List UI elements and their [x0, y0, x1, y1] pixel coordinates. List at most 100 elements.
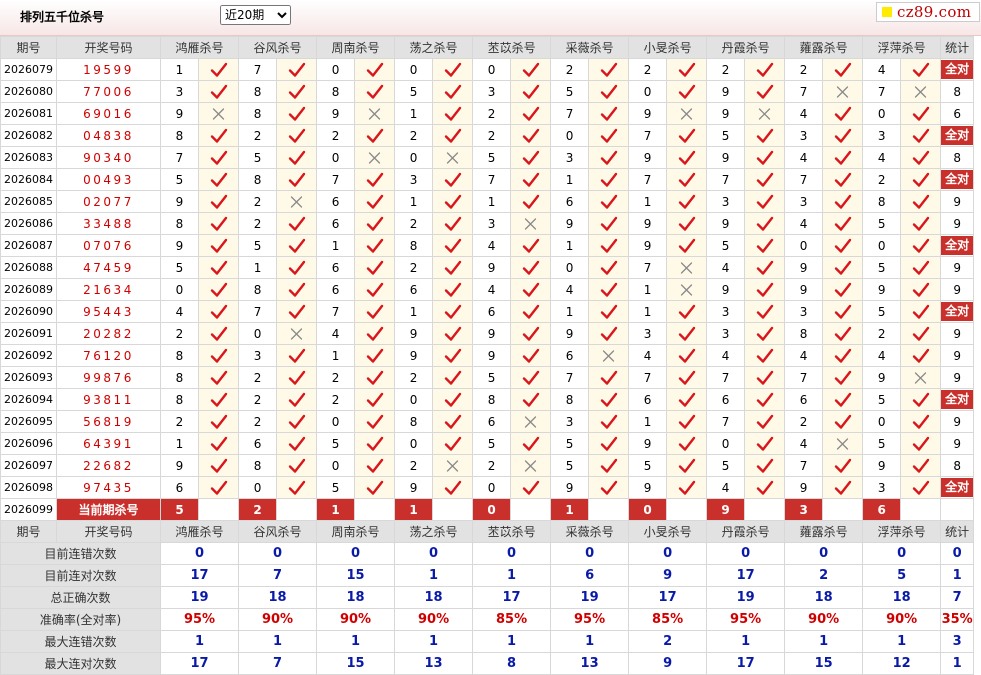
result-mark-cell: [666, 278, 708, 301]
header-expert-4: 苤苡杀号: [472, 36, 552, 59]
result-mark-cell: [354, 432, 396, 455]
result-mark-cell: [900, 212, 942, 235]
result-mark-cell: [432, 322, 474, 345]
kill-number-cell: 0: [394, 58, 434, 81]
result-mark-cell: [354, 366, 396, 389]
summary-value: 18: [238, 586, 318, 609]
result-mark-cell: [197, 300, 240, 323]
check-icon: [834, 304, 851, 319]
result-mark-cell: [744, 124, 786, 147]
result-mark-cell: [900, 146, 942, 169]
summary-value: 2: [784, 564, 864, 587]
summary-value: 1: [394, 564, 474, 587]
result-mark-cell: [822, 212, 864, 235]
kill-number-cell: 4: [316, 322, 356, 345]
result-mark-cell: [822, 476, 864, 499]
current-issue-cell: 2026099: [0, 498, 57, 521]
result-mark-cell: [197, 168, 240, 191]
result-mark-cell: [197, 454, 240, 477]
result-mark-cell: [666, 146, 708, 169]
header-expert-8: 蕹露杀号: [784, 520, 864, 543]
check-icon: [678, 172, 695, 187]
all-correct-badge: 全对: [941, 390, 973, 409]
issue-cell: 2026097: [0, 454, 57, 477]
result-mark-cell: [822, 124, 864, 147]
check-icon: [522, 172, 539, 187]
site-logo[interactable]: cz89.com: [876, 2, 980, 22]
summary-value: 18: [784, 586, 864, 609]
kill-number-cell: 0: [316, 410, 356, 433]
summary-stat: 3: [940, 630, 975, 653]
check-icon: [756, 282, 773, 297]
result-mark-cell: [822, 146, 864, 169]
check-icon: [912, 414, 929, 429]
check-icon: [522, 304, 539, 319]
check-icon: [678, 304, 695, 319]
result-mark-cell: [588, 256, 630, 279]
header-expert-9: 浮萍杀号: [862, 36, 942, 59]
winning-number-cell: 20282: [56, 322, 161, 345]
check-icon: [210, 348, 227, 363]
result-mark-cell: [276, 366, 318, 389]
current-kill-spacer: [666, 498, 708, 521]
kill-number-cell: 8: [472, 388, 512, 411]
period-select[interactable]: 近20期: [220, 5, 291, 25]
summary-value: 0: [159, 542, 240, 565]
result-mark-cell: [354, 234, 396, 257]
result-mark-cell: [510, 124, 552, 147]
table-row: 2026087 07076 9 5 1 8 4 1 9 5 0 0 全对: [0, 234, 975, 257]
result-mark-cell: [822, 278, 864, 301]
winning-number-cell: 93811: [56, 388, 161, 411]
check-icon: [366, 370, 383, 385]
check-icon: [522, 392, 539, 407]
result-mark-cell: [354, 124, 396, 147]
kill-number-cell: 5: [862, 388, 902, 411]
check-icon: [288, 84, 305, 99]
result-mark-cell: [744, 344, 786, 367]
result-mark-cell: [822, 102, 864, 125]
summary-label: 总正确次数: [0, 586, 161, 609]
check-icon: [366, 304, 383, 319]
result-mark-cell: [432, 80, 474, 103]
result-mark-cell: [276, 322, 318, 345]
kill-number-cell: 9: [550, 476, 590, 499]
kill-number-cell: 3: [784, 190, 824, 213]
check-icon: [912, 260, 929, 275]
summary-stat: 1: [940, 652, 975, 675]
result-mark-cell: [432, 168, 474, 191]
summary-value: 0: [628, 542, 708, 565]
kill-number-cell: 5: [862, 212, 902, 235]
kill-number-cell: 6: [472, 300, 512, 323]
check-icon: [522, 150, 539, 165]
check-icon: [210, 304, 227, 319]
kill-number-cell: 1: [316, 344, 356, 367]
kill-number-cell: 4: [784, 212, 824, 235]
check-icon: [912, 282, 929, 297]
kill-number-cell: 4: [784, 146, 824, 169]
kill-number-cell: 3: [160, 80, 199, 103]
kill-number-cell: 0: [550, 256, 590, 279]
winning-number-cell: 97435: [56, 476, 161, 499]
kill-number-cell: 2: [160, 410, 199, 433]
result-mark-cell: [666, 124, 708, 147]
summary-value: 0: [862, 542, 942, 565]
summary-value: 17: [159, 564, 240, 587]
kill-number-cell: 0: [862, 410, 902, 433]
winning-number-cell: 99876: [56, 366, 161, 389]
kill-number-cell: 5: [472, 146, 512, 169]
result-mark-cell: [900, 432, 942, 455]
summary-value: 18: [394, 586, 474, 609]
kill-number-cell: 1: [238, 256, 278, 279]
result-mark-cell: [276, 256, 318, 279]
check-icon: [288, 392, 305, 407]
check-icon: [366, 348, 383, 363]
stat-cell: 全对: [940, 168, 975, 191]
check-icon: [600, 304, 617, 319]
result-mark-cell: [354, 344, 396, 367]
result-mark-cell: [900, 476, 942, 499]
result-mark-cell: [588, 432, 630, 455]
check-icon: [210, 414, 227, 429]
check-icon: [444, 238, 461, 253]
cross-icon: [836, 85, 848, 98]
result-mark-cell: [900, 322, 942, 345]
